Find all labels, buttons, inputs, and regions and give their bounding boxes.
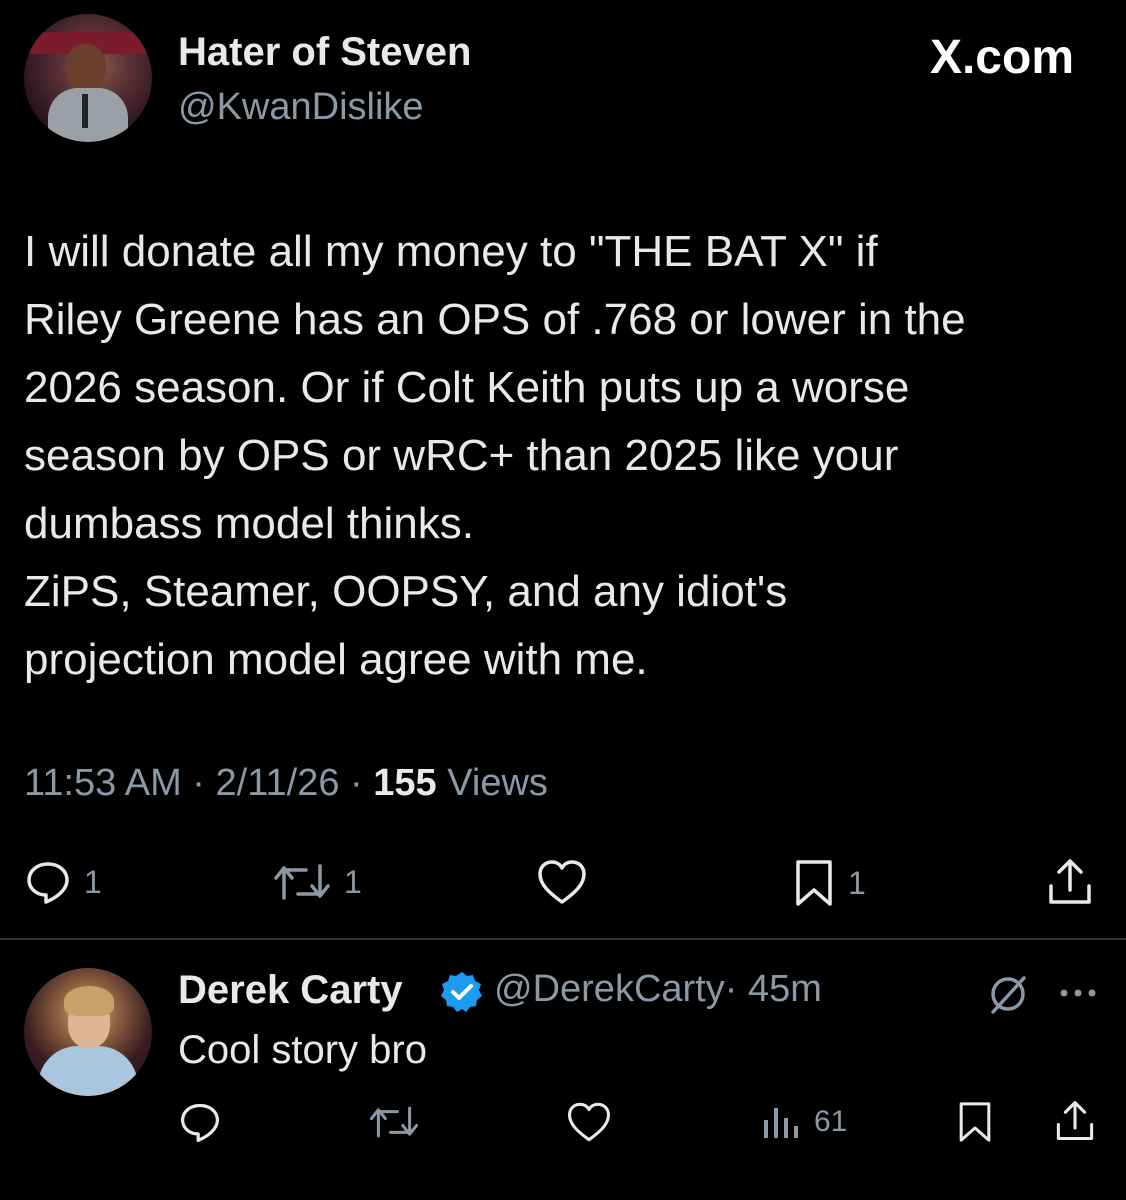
bookmark-count: 1 [848, 864, 866, 901]
reply-icon [27, 862, 69, 904]
bookmark-button[interactable]: 1 [792, 858, 866, 908]
reply-repost-button[interactable] [368, 1100, 420, 1144]
divider [0, 938, 1126, 940]
views-label: Views [447, 762, 548, 804]
reply-views-count: 61 [814, 1105, 848, 1138]
grok-icon[interactable] [988, 974, 1028, 1014]
reply-reply-button[interactable] [178, 1100, 222, 1144]
reply-author-name[interactable]: Derek Carty [178, 968, 403, 1013]
share-icon [1056, 1101, 1094, 1141]
reply-icon [180, 1103, 220, 1142]
reply-time: · 45m [724, 968, 822, 1010]
like-icon [567, 1102, 611, 1142]
tweet-text: I will donate all my money to "THE BAT X… [24, 227, 966, 684]
author-display-name[interactable]: Hater of Steven [178, 30, 471, 75]
reply-bookmark-button[interactable] [956, 1100, 994, 1144]
meta-separator: · [350, 762, 363, 804]
repost-button[interactable]: 1 [272, 858, 362, 906]
reply-count: 1 [84, 863, 102, 900]
views-count: 155 [373, 762, 437, 804]
tweet-time: 11:53 AM [24, 762, 182, 804]
share-icon [1049, 859, 1091, 904]
repost-count: 1 [344, 863, 362, 900]
reply-text: Cool story bro [178, 1028, 427, 1072]
like-button[interactable] [536, 858, 588, 906]
verified-badge-icon [441, 972, 482, 1012]
tweet-date: 2/11/26 [215, 762, 340, 804]
more-icon[interactable] [1058, 986, 1098, 1000]
author-handle[interactable]: @KwanDislike [178, 86, 424, 129]
bookmark-icon [796, 860, 832, 906]
bookmark-icon [959, 1102, 991, 1142]
reply-author-avatar[interactable] [24, 968, 152, 1096]
like-icon [538, 860, 586, 904]
repost-icon [274, 864, 330, 900]
site-watermark: X.com [929, 31, 1074, 84]
reply-button[interactable]: 1 [24, 858, 102, 906]
meta-separator: · [192, 762, 205, 804]
views-icon [764, 1108, 798, 1138]
author-avatar[interactable] [24, 14, 152, 142]
tweet-meta: 11:53 AM · 2/11/26 · 155 Views [24, 762, 548, 805]
reply-handle-time: @DerekCarty· 45m [494, 968, 822, 1011]
repost-icon [369, 1106, 419, 1138]
share-button[interactable] [1046, 856, 1094, 908]
reply-views-button[interactable]: 61 [762, 1104, 847, 1140]
reply-like-button[interactable] [566, 1100, 612, 1144]
reply-share-button[interactable] [1054, 1098, 1096, 1144]
reply-author-handle[interactable]: @DerekCarty [494, 968, 725, 1010]
